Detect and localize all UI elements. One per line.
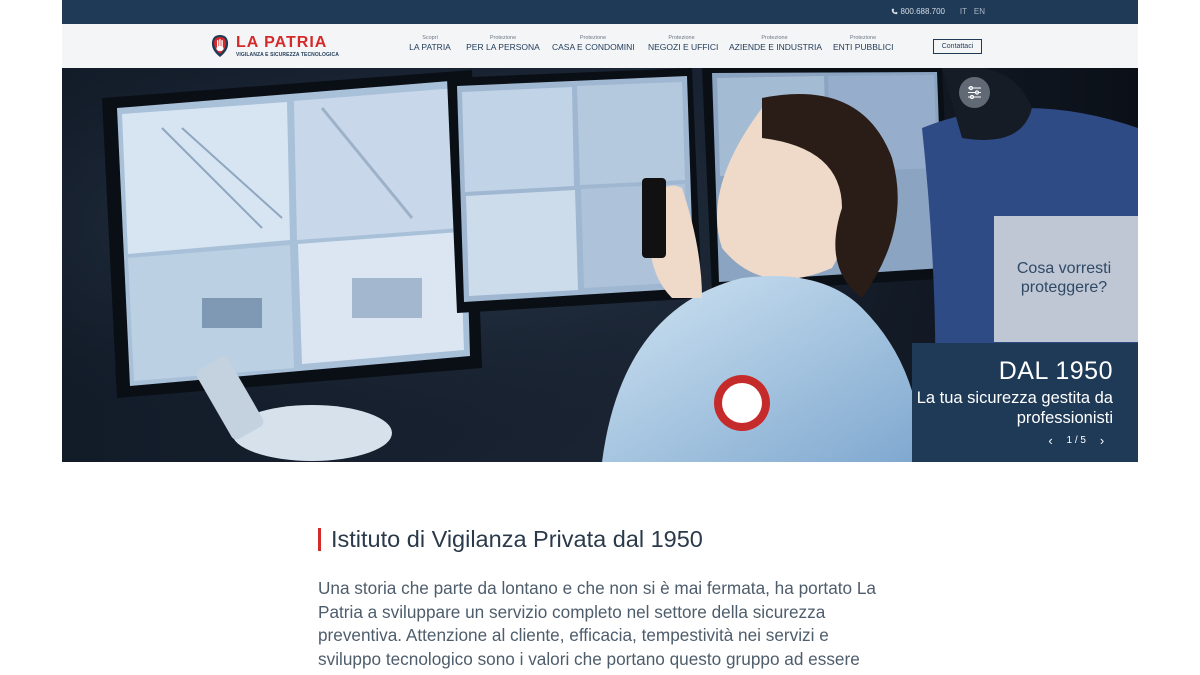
nav-item-negozi-uffici[interactable]: Protezione NEGOZI E UFFICI: [648, 35, 719, 53]
nav-item-label: ENTI PUBBLICI: [833, 42, 894, 52]
nav-item-kicker: Scopri: [422, 35, 438, 41]
language-en[interactable]: EN: [974, 7, 985, 16]
nav-item-label: AZIENDE E INDUSTRIA: [729, 42, 823, 52]
hero-subtitle: La tua sicurezza gestita da professionis…: [916, 389, 1113, 427]
hero-slider: Cosa vorresti proteggere? DAL 1950 La tu…: [62, 68, 1138, 462]
nav-item-kicker: Protezione: [489, 35, 517, 41]
hand-shield-logo-icon: [211, 35, 229, 57]
nav-item-label: NEGOZI E UFFICI: [648, 42, 719, 52]
protect-question: Cosa vorresti proteggere?: [1016, 260, 1112, 296]
nav-item-la-patria[interactable]: Scopri LA PATRIA: [409, 35, 451, 53]
nav-item-label: PER LA PERSONA: [466, 42, 540, 52]
intro-body: Una storia che parte da lontano e che no…: [318, 578, 876, 675]
logo[interactable]: LA PATRIA VIGILANZA E SICUREZZA TECNOLOG…: [211, 34, 357, 60]
top-bar: 800.688.700 IT EN: [62, 0, 1138, 24]
nav-item-aziende-industria[interactable]: Protezione AZIENDE E INDUSTRIA: [729, 35, 823, 53]
phone-link[interactable]: 800.688.700: [891, 7, 946, 16]
slider-pager: ‹ 1 / 5 ›: [1045, 434, 1108, 447]
contact-button[interactable]: Contattaci: [933, 39, 982, 54]
nav-item-kicker: Protezione: [579, 35, 607, 41]
logo-name: LA PATRIA: [236, 34, 328, 51]
protect-question-box[interactable]: Cosa vorresti proteggere?: [994, 216, 1138, 342]
page: 800.688.700 IT EN LA PATRIA VIGILANZA E …: [62, 0, 1138, 675]
language-it[interactable]: IT: [960, 7, 967, 16]
nav-item-label: CASA E CONDOMINI: [552, 42, 635, 52]
chevron-left-icon[interactable]: ‹: [1045, 434, 1057, 447]
main-header: LA PATRIA VIGILANZA E SICUREZZA TECNOLOG…: [62, 24, 1138, 68]
hero-year: DAL 1950: [998, 357, 1113, 385]
nav-item-persona[interactable]: Protezione PER LA PERSONA: [466, 35, 540, 53]
intro-title: Istituto di Vigilanza Privata dal 1950: [318, 526, 878, 552]
filter-button[interactable]: [959, 77, 990, 108]
phone-number: 800.688.700: [900, 7, 946, 16]
nav-item-casa-condomini[interactable]: Protezione CASA E CONDOMINI: [552, 35, 635, 53]
nav-item-enti-pubblici[interactable]: Protezione ENTI PUBBLICI: [833, 35, 893, 53]
nav-item-kicker: Protezione: [668, 35, 695, 41]
nav-item-kicker: Protezione: [761, 35, 788, 41]
logo-tagline: VIGILANZA E SICUREZZA TECNOLOGICA: [236, 52, 339, 58]
intro-section: Istituto di Vigilanza Privata dal 1950 U…: [318, 526, 878, 675]
phone-icon: [891, 8, 897, 15]
slide-counter: 1 / 5: [1066, 435, 1086, 446]
chevron-right-icon[interactable]: ›: [1096, 434, 1108, 447]
nav-item-label: LA PATRIA: [409, 42, 451, 52]
hero-caption-box: DAL 1950 La tua sicurezza gestita da pro…: [912, 343, 1138, 462]
sliders-icon: [968, 86, 981, 99]
nav-item-kicker: Protezione: [849, 35, 877, 41]
